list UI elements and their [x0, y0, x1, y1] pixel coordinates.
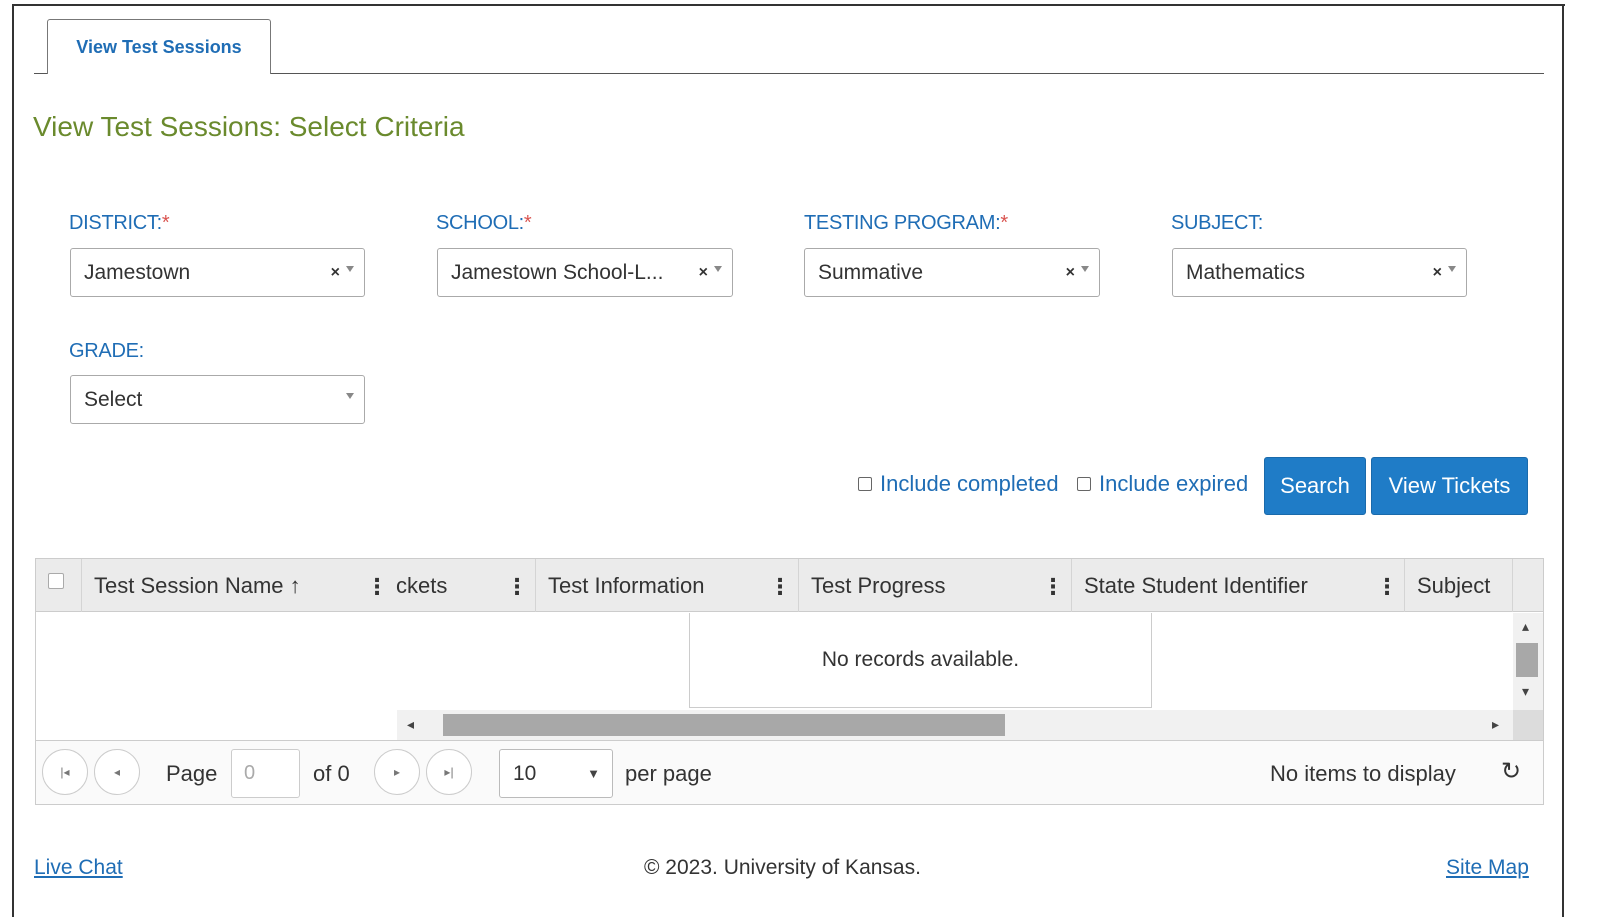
include-completed-label[interactable]: Include completed: [880, 471, 1059, 497]
tab-view-test-sessions[interactable]: View Test Sessions: [47, 19, 271, 74]
dropdown-arrow-icon[interactable]: ▼: [587, 766, 600, 781]
select-all-checkbox[interactable]: [48, 573, 64, 589]
grade-value: Select: [84, 387, 143, 411]
clear-icon[interactable]: ×: [1433, 264, 1442, 282]
district-label: DISTRICT:*: [69, 212, 170, 234]
grade-select[interactable]: Select: [70, 375, 365, 424]
dropdown-arrow-icon[interactable]: [1081, 265, 1089, 272]
clear-icon[interactable]: ×: [1066, 264, 1075, 282]
testing-program-label: TESTING PROGRAM:*: [804, 212, 1008, 234]
required-marker: *: [523, 212, 532, 234]
subject-value: Mathematics: [1186, 260, 1306, 284]
column-menu-icon[interactable]: ⋮: [769, 574, 791, 600]
school-value: Jamestown School-L...: [451, 260, 664, 284]
testing-program-select[interactable]: Summative ×: [804, 248, 1100, 297]
last-page-icon[interactable]: ▸|: [426, 749, 472, 795]
copyright-text: © 2023. University of Kansas.: [644, 856, 921, 879]
vertical-scroll-thumb[interactable]: [1516, 643, 1538, 677]
district-value: Jamestown: [84, 260, 191, 284]
district-select[interactable]: Jamestown ×: [70, 248, 365, 297]
grid-pager: |◂ ◂ Page 0 of 0 ▸ ▸| 10 ▼ per page No i…: [36, 740, 1543, 804]
include-expired-label[interactable]: Include expired: [1099, 471, 1248, 497]
scroll-corner: [1513, 710, 1543, 740]
subject-label: SUBJECT:: [1171, 212, 1264, 234]
clear-icon[interactable]: ×: [699, 264, 708, 282]
live-chat-link[interactable]: Live Chat: [34, 856, 123, 880]
dropdown-arrow-icon[interactable]: [346, 265, 354, 272]
grade-label: GRADE:: [69, 340, 144, 362]
vertical-scrollbar[interactable]: ▴ ▾: [1513, 613, 1543, 710]
header-divider: [1512, 559, 1513, 612]
search-button[interactable]: Search: [1264, 457, 1366, 515]
school-select[interactable]: Jamestown School-L... ×: [437, 248, 733, 297]
grid-header: Test Session Name ↑ ⋮ ckets ⋮ Test Infor…: [36, 559, 1543, 612]
first-page-icon[interactable]: |◂: [42, 749, 88, 795]
refresh-icon[interactable]: ↻: [1501, 757, 1521, 786]
column-header-state-student-identifier[interactable]: State Student Identifier: [1071, 559, 1404, 612]
column-header-test-information[interactable]: Test Information: [535, 559, 795, 612]
scroll-up-icon[interactable]: ▴: [1522, 618, 1529, 635]
horizontal-scrollbar[interactable]: ◂ ▸: [397, 710, 1513, 740]
page-number-input[interactable]: 0: [231, 749, 300, 798]
horizontal-scroll-thumb[interactable]: [443, 714, 1005, 736]
testing-program-value: Summative: [818, 260, 924, 284]
page-count: of 0: [313, 761, 350, 786]
include-expired-checkbox[interactable]: [1077, 477, 1091, 491]
dropdown-arrow-icon[interactable]: [346, 392, 354, 399]
page-size-value: 10: [513, 761, 537, 785]
column-menu-icon[interactable]: ⋮: [1376, 574, 1398, 600]
scroll-left-icon[interactable]: ◂: [407, 716, 414, 733]
tab-label: View Test Sessions: [76, 36, 242, 57]
app-frame-edge: [1562, 4, 1564, 917]
page-label: Page: [166, 761, 218, 786]
dropdown-arrow-icon[interactable]: [1448, 265, 1456, 272]
column-menu-icon[interactable]: ⋮: [506, 574, 528, 600]
column-header-test-progress[interactable]: Test Progress: [798, 559, 1070, 612]
column-header-test-session-name[interactable]: Test Session Name ↑: [81, 559, 381, 612]
pager-status: No items to display: [1270, 761, 1456, 786]
view-tickets-button[interactable]: View Tickets: [1371, 457, 1528, 515]
scroll-down-icon[interactable]: ▾: [1522, 683, 1529, 700]
next-page-icon[interactable]: ▸: [374, 749, 420, 795]
include-expired-option[interactable]: Include expired: [1077, 471, 1248, 497]
no-records-message: No records available.: [689, 613, 1152, 708]
column-menu-icon[interactable]: ⋮: [1042, 574, 1064, 600]
scroll-right-icon[interactable]: ▸: [1492, 716, 1499, 733]
clear-icon[interactable]: ×: [331, 264, 340, 282]
column-menu-icon[interactable]: ⋮: [366, 574, 388, 600]
include-completed-checkbox[interactable]: [858, 477, 872, 491]
school-label: SCHOOL:*: [436, 212, 532, 234]
subject-select[interactable]: Mathematics ×: [1172, 248, 1467, 297]
page-title: View Test Sessions: Select Criteria: [33, 111, 465, 142]
required-marker: *: [1000, 212, 1008, 234]
site-map-link[interactable]: Site Map: [1446, 856, 1529, 880]
column-header-subject[interactable]: Subject: [1404, 559, 1512, 612]
include-completed-option[interactable]: Include completed: [858, 471, 1059, 497]
page-size-select[interactable]: 10 ▼: [499, 749, 613, 798]
test-sessions-grid: Test Session Name ↑ ⋮ ckets ⋮ Test Infor…: [35, 558, 1544, 805]
dropdown-arrow-icon[interactable]: [714, 265, 722, 272]
prev-page-icon[interactable]: ◂: [94, 749, 140, 795]
required-marker: *: [161, 212, 170, 234]
per-page-label: per page: [625, 761, 712, 786]
